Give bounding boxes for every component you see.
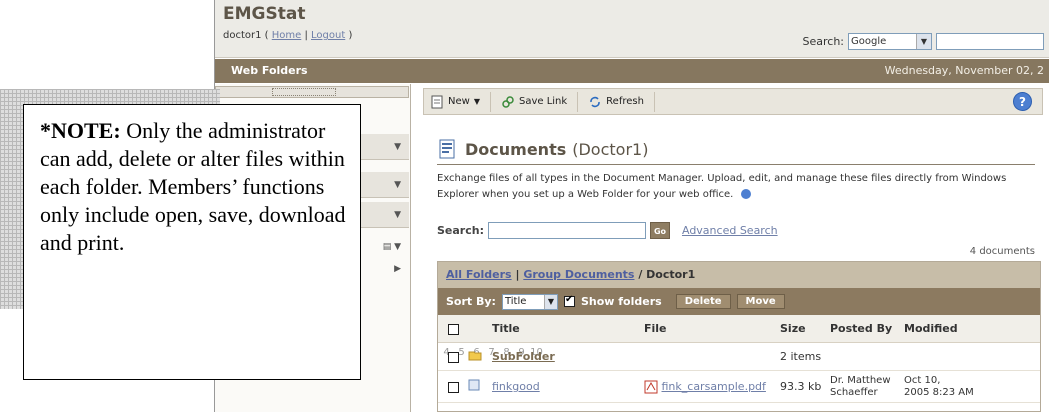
divider xyxy=(577,91,579,112)
home-link[interactable]: Home xyxy=(272,30,302,41)
show-folders-label: Show folders xyxy=(580,295,662,308)
table-header: Title File Size Posted By Modified xyxy=(438,315,1040,343)
col-title[interactable]: Title xyxy=(492,322,644,335)
document-toolbar: New ▼ Save Link Refresh ? xyxy=(423,88,1043,115)
advanced-search-link[interactable]: Advanced Search xyxy=(682,224,778,237)
col-modified[interactable]: Modified xyxy=(904,322,1014,335)
documents-table: All Folders | Group Documents / Doctor1 … xyxy=(437,261,1041,412)
save-link-label: Save Link xyxy=(518,96,568,107)
folder-icon xyxy=(468,349,492,364)
arrow-right-icon: ▶ xyxy=(394,264,401,274)
documents-icon xyxy=(439,139,455,159)
sidebar-scrollbar[interactable] xyxy=(215,86,409,98)
page-subtitle: (Doctor1) xyxy=(572,139,649,159)
pdf-icon xyxy=(644,380,658,393)
top-search-input[interactable] xyxy=(936,33,1044,50)
search-input[interactable] xyxy=(487,222,646,239)
row-checkbox-cell xyxy=(438,350,468,363)
col-size[interactable]: Size xyxy=(780,322,830,335)
chevron-down-icon: ▼ xyxy=(916,34,931,49)
row-modified: Oct 10, 2005 8:23 AM xyxy=(904,375,1014,399)
web-folders-title: Web Folders xyxy=(231,64,308,77)
breadcrumb-current: / Doctor1 xyxy=(638,268,696,281)
documents-description: Exchange files of all types in the Docum… xyxy=(437,171,1037,203)
sort-bar: Sort By: Title ▼ Show folders Delete Mov… xyxy=(438,288,1040,315)
file-download-link[interactable]: fink_carsample.pdf xyxy=(662,380,766,393)
row-checkbox[interactable] xyxy=(448,381,459,393)
modified-line2: 2005 8:23 AM xyxy=(904,386,974,398)
refresh-label: Refresh xyxy=(606,96,644,107)
username: doctor1 xyxy=(223,30,262,41)
row-title-cell: SubFolder xyxy=(492,350,644,363)
row-size: 2 items xyxy=(780,350,822,363)
posted-by-line2: Schaeffer xyxy=(830,386,878,398)
modified-line1: Oct 10, xyxy=(904,374,941,386)
row-size: 93.3 kb xyxy=(780,380,822,393)
row-checkbox[interactable] xyxy=(448,351,459,363)
col-posted-by[interactable]: Posted By xyxy=(830,322,904,335)
file-type-icon xyxy=(468,379,492,394)
description-text: Exchange files of all types in the Docum… xyxy=(437,173,1007,200)
app-title: EMGStat xyxy=(223,4,306,24)
app-header: EMGStat doctor1 ( Home | Logout ) Search… xyxy=(215,0,1049,58)
breadcrumb: All Folders | Group Documents / Doctor1 xyxy=(438,262,1040,288)
chevron-down-icon: ▼ xyxy=(473,97,480,106)
refresh-button[interactable]: Refresh xyxy=(588,95,644,109)
show-folders-checkbox[interactable] xyxy=(563,294,575,307)
chevron-down-icon: ▼ xyxy=(543,294,557,309)
sort-label: Sort By: xyxy=(446,295,496,308)
delete-button[interactable]: Delete xyxy=(675,294,731,309)
row-checkbox-cell xyxy=(438,380,468,393)
divider xyxy=(653,91,655,112)
top-search-label: Search: xyxy=(802,35,845,48)
logout-link[interactable]: Logout xyxy=(311,30,345,41)
link-icon xyxy=(502,95,514,108)
breadcrumb-group-documents[interactable]: Group Documents xyxy=(523,268,634,281)
search-engine-value: Google xyxy=(851,36,887,47)
go-button[interactable]: Go xyxy=(649,222,670,239)
search-label: Search: xyxy=(437,224,484,237)
row-title-cell: finkgood xyxy=(492,380,644,393)
divider xyxy=(489,91,491,112)
scroll-thumb[interactable] xyxy=(272,88,336,96)
help-icon[interactable]: ? xyxy=(1013,92,1032,111)
select-all-cell xyxy=(438,322,468,335)
breadcrumb-all-folders[interactable]: All Folders xyxy=(446,268,512,281)
breadcrumb-separator: | xyxy=(515,268,520,281)
documents-search: Search: Go Advanced Search xyxy=(437,222,778,239)
move-button[interactable]: Move xyxy=(736,294,785,309)
page-title: Documents xyxy=(465,139,567,159)
table-row: finkgood fink_carsample.pdf 93.3 kb Dr. … xyxy=(438,371,1040,403)
new-label: New xyxy=(448,96,470,107)
save-link-button[interactable]: Save Link xyxy=(501,95,567,109)
document-icon xyxy=(431,95,443,108)
web-folders-bar: Web Folders Wednesday, November 02, 2 xyxy=(215,59,1049,83)
row-file-cell: fink_carsample.pdf xyxy=(644,380,780,394)
admin-note-callout: *NOTE: Only the administrator can add, d… xyxy=(23,104,361,380)
document-link[interactable]: finkgood xyxy=(492,380,540,393)
folder-link[interactable]: SubFolder xyxy=(492,350,555,363)
sort-value: Title xyxy=(504,296,527,307)
current-date: Wednesday, November 02, 2 xyxy=(884,64,1044,77)
chevron-down-icon: ▼ xyxy=(394,180,401,190)
chevron-down-icon: ▼ xyxy=(394,142,401,152)
new-button[interactable]: New ▼ xyxy=(430,95,480,109)
posted-by-line1: Dr. Matthew xyxy=(830,374,891,386)
user-line: doctor1 ( Home | Logout ) xyxy=(223,30,353,41)
refresh-icon xyxy=(590,96,600,107)
search-engine-select[interactable]: Google ▼ xyxy=(848,33,932,50)
document-count: 4 documents xyxy=(969,246,1035,257)
table-row: SubFolder 2 items xyxy=(438,343,1040,371)
row-posted-by: Dr. Matthew Schaeffer xyxy=(830,375,904,399)
col-file[interactable]: File xyxy=(644,322,780,335)
select-all-checkbox[interactable] xyxy=(448,323,459,335)
info-icon[interactable] xyxy=(740,189,751,199)
title-divider xyxy=(437,164,1035,165)
note-heading: *NOTE: xyxy=(40,118,121,143)
top-search: Search: Google ▼ xyxy=(802,33,1044,50)
sort-select[interactable]: Title ▼ xyxy=(501,293,558,310)
calendar-menu-icon: ▤ ▼ xyxy=(382,242,401,252)
documents-heading: Documents (Doctor1) xyxy=(437,138,648,160)
chevron-down-icon: ▼ xyxy=(394,210,401,220)
